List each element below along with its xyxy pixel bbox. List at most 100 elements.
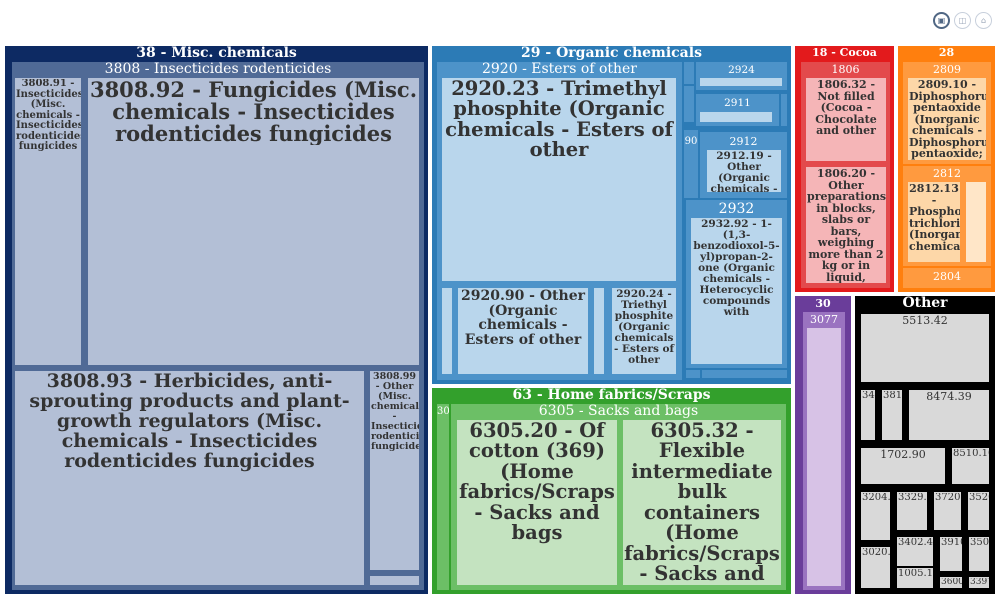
tile-3077-inner[interactable] bbox=[807, 328, 841, 586]
tile-other-6[interactable]: 3204.10 bbox=[859, 490, 892, 542]
tile-label: 5513.42 bbox=[902, 315, 948, 327]
tile-label: 3910.90 bbox=[941, 538, 962, 548]
group-header-2920: 2920 - Esters of other bbox=[481, 62, 637, 77]
tile-label: 2809.10 - Diphosphorus pentaoxide (Inorg… bbox=[909, 79, 986, 160]
tile-other-9[interactable]: 3520.00 bbox=[966, 490, 991, 532]
tile-label: 3520.00 bbox=[969, 493, 989, 503]
tile-29-small-b[interactable] bbox=[684, 86, 694, 122]
group-header-28: 28 bbox=[938, 47, 955, 59]
tile-other-2[interactable]: 3818.10 bbox=[880, 388, 904, 442]
tile-label: 6305.20 - Of cotton (369) (Home fabrics/… bbox=[459, 421, 615, 544]
group-header-2809: 2809 bbox=[933, 64, 961, 76]
tile-label: 3329.00 bbox=[898, 493, 927, 503]
tile-2920-90[interactable]: 2920.90 - Other (Organic chemicals - Est… bbox=[456, 286, 590, 376]
tile-label: 2920.90 - Other (Organic chemicals - Est… bbox=[460, 289, 585, 348]
tile-label: 8474.39 bbox=[926, 391, 972, 403]
tile-header-29-90: 90 bbox=[684, 136, 698, 147]
group-header-38: 38 - Misc. chemicals bbox=[136, 46, 297, 61]
tile-29-small-e[interactable] bbox=[686, 370, 700, 378]
tile-label: 1702.90 bbox=[880, 449, 926, 461]
tile-label: 1806.32 - Not filled (Cocoa - Chocolate … bbox=[815, 79, 877, 137]
tile-label: 3720.00 bbox=[935, 493, 961, 503]
tile-header-2911: 2911 bbox=[724, 97, 751, 109]
tile-29-small-f[interactable] bbox=[702, 370, 787, 378]
tile-2920-a[interactable] bbox=[440, 286, 454, 376]
modebar: ▣ ◫ ⌂ bbox=[933, 12, 992, 29]
group-header-29: 29 - Organic chemicals bbox=[521, 46, 702, 61]
reset-icon[interactable]: ⌂ bbox=[975, 12, 992, 29]
tile-label: 3397.60 bbox=[970, 578, 989, 587]
tile-other-14[interactable]: 1005.10 bbox=[895, 566, 935, 590]
tile-other-8[interactable]: 3720.00 bbox=[932, 490, 963, 532]
tile-2920-b[interactable] bbox=[592, 286, 606, 376]
tile-label: 3411.10 bbox=[862, 391, 875, 401]
tile-other-3[interactable]: 8474.39 bbox=[907, 388, 991, 442]
tile-2932-92[interactable]: 2932.92 - 1-(1,3-benzodioxol-5-yl)propan… bbox=[689, 216, 784, 366]
tile-label: 3505.10 bbox=[970, 538, 989, 548]
tile-label: 3204.10 bbox=[862, 493, 890, 503]
tile-3808-93[interactable]: 3808.93 - Herbicides, anti-sprouting pro… bbox=[13, 369, 366, 587]
tile-label: 3808.92 - Fungicides (Misc. chemicals - … bbox=[89, 79, 418, 146]
tile-2920-24[interactable]: 2920.24 - Triethyl phosphite (Organic ch… bbox=[610, 286, 678, 376]
tile-label: 2912.19 - Other (Organic chemicals - Est… bbox=[710, 151, 778, 194]
tile-other-4[interactable]: 1702.90 bbox=[859, 446, 947, 486]
camera-icon[interactable]: ▣ bbox=[933, 12, 950, 29]
tile-29-small-a[interactable] bbox=[684, 62, 694, 84]
tile-label: 6305.32 - Flexible intermediate bulk con… bbox=[624, 421, 780, 586]
tile-header-2924: 2924 bbox=[728, 64, 755, 76]
tile-label: 3808.99 - Other (Misc. chemicals - Insec… bbox=[371, 372, 419, 452]
tile-other-15[interactable]: 3600.30 bbox=[938, 575, 964, 590]
tile-2812-b[interactable] bbox=[964, 180, 988, 264]
group-header-2812: 2812 bbox=[933, 168, 961, 180]
tile-label: 1005.10 bbox=[898, 569, 933, 579]
zoom-icon[interactable]: ◫ bbox=[954, 12, 971, 29]
tile-other-16[interactable]: 3397.60 bbox=[967, 575, 991, 590]
tile-label: 3818.10 bbox=[883, 391, 902, 401]
group-header-3808: 3808 - Insecticides rodenticides bbox=[104, 62, 332, 77]
tile-2912-19[interactable]: 2912.19 - Other (Organic chemicals - Est… bbox=[705, 148, 783, 194]
tile-2911-inner[interactable] bbox=[700, 112, 772, 122]
group-header-1806: 1806 bbox=[831, 64, 860, 76]
treemap-chart: 38 - Misc. chemicals 3808 - Insecticides … bbox=[0, 0, 1000, 600]
tile-3808-92[interactable]: 3808.92 - Fungicides (Misc. chemicals - … bbox=[86, 76, 421, 367]
tile-header-2912: 2912 bbox=[729, 136, 758, 148]
tile-2809-10[interactable]: 2809.10 - Diphosphorus pentaoxide (Inorg… bbox=[906, 76, 988, 162]
tile-other-0[interactable]: 5513.42 bbox=[859, 312, 991, 384]
tile-3808-small[interactable] bbox=[368, 574, 421, 587]
tile-6305-32[interactable]: 6305.32 - Flexible intermediate bulk con… bbox=[621, 418, 783, 587]
tile-3808-99[interactable]: 3808.99 - Other (Misc. chemicals - Insec… bbox=[368, 369, 421, 572]
tile-other-5[interactable]: 8510.10 bbox=[950, 446, 991, 486]
group-header-other: Other bbox=[902, 296, 948, 311]
tile-2924-inner[interactable] bbox=[700, 78, 782, 86]
group-header-3077: 3077 bbox=[810, 314, 838, 326]
tile-63-small[interactable]: 30 bbox=[437, 404, 449, 590]
tile-other-11[interactable]: 3910.90 bbox=[938, 535, 964, 573]
tile-label: 1806.20 - Other preparations in blocks, … bbox=[807, 168, 886, 284]
tile-label: 3600.30 bbox=[941, 578, 962, 587]
tile-other-13[interactable]: 3020.00 bbox=[859, 545, 892, 590]
tile-3808-91[interactable]: 3808.91 - Insecticides (Misc. chemicals … bbox=[13, 76, 83, 367]
tile-label: 2920.24 - Triethyl phosphite (Organic ch… bbox=[613, 289, 675, 367]
tile-1806-20[interactable]: 1806.20 - Other preparations in blocks, … bbox=[804, 165, 888, 285]
tile-label: 3402.49 bbox=[898, 538, 933, 548]
tile-header-2932: 2932 bbox=[718, 201, 755, 217]
tile-header-63-small: 30 bbox=[437, 406, 449, 417]
tile-2804[interactable]: 2804 bbox=[903, 268, 991, 288]
tile-2920-23[interactable]: 2920.23 - Trimethyl phosphite (Organic c… bbox=[440, 76, 678, 283]
tile-other-12[interactable]: 3505.10 bbox=[967, 535, 991, 573]
tile-label: 3808.91 - Insecticides (Misc. chemicals … bbox=[16, 79, 81, 152]
group-header-6305: 6305 - Sacks and bags bbox=[538, 404, 699, 419]
tile-label: 8510.10 bbox=[953, 449, 989, 459]
tile-29-small-c[interactable] bbox=[781, 94, 787, 126]
tile-6305-20[interactable]: 6305.20 - Of cotton (369) (Home fabrics/… bbox=[455, 418, 619, 587]
group-header-63: 63 - Home fabrics/Scraps bbox=[512, 388, 711, 403]
tile-other-1[interactable]: 3411.10 bbox=[859, 388, 877, 442]
tile-29-small-d[interactable]: 90 bbox=[684, 130, 698, 198]
tile-2812-13[interactable]: 2812.13 - Phosphorus trichloride (Inorga… bbox=[906, 180, 962, 264]
tile-label: 2920.23 - Trimethyl phosphite (Organic c… bbox=[445, 79, 673, 161]
group-header-18: 18 - Cocoa bbox=[812, 47, 877, 59]
tile-1806-32[interactable]: 1806.32 - Not filled (Cocoa - Chocolate … bbox=[804, 76, 888, 163]
tile-other-7[interactable]: 3329.00 bbox=[895, 490, 929, 532]
tile-label: 2812.13 - Phosphorus trichloride (Inorga… bbox=[909, 183, 960, 253]
tile-header-2804: 2804 bbox=[933, 271, 961, 283]
